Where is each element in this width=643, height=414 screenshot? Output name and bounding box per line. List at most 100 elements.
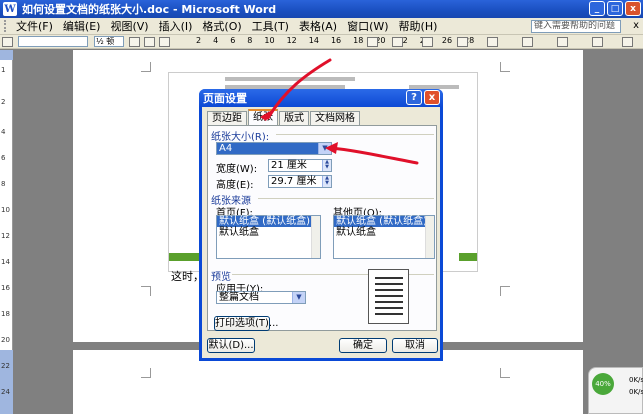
preview-line	[375, 289, 403, 291]
menu-view[interactable]: 视图(V)	[105, 18, 153, 34]
toolbar: ½ 顿 2 4 6 8 10 12 14 16 18 20 22 24 26 2…	[0, 35, 643, 49]
print-options-button[interactable]: 打印选项(T)...	[214, 316, 278, 331]
preview-line	[375, 283, 403, 285]
ruler-number: 26	[441, 36, 453, 45]
ruler-margin	[0, 350, 13, 414]
menu-tools[interactable]: 工具(T)	[247, 18, 294, 34]
percent-badge: 40%	[592, 373, 614, 395]
height-label: 高度(E):	[216, 180, 254, 191]
menu-help[interactable]: 帮助(H)	[394, 18, 443, 34]
save-icon[interactable]	[457, 36, 468, 47]
paper-size-group-label: 纸张大小(R):	[211, 132, 270, 143]
menu-bar: 文件(F) 编辑(E) 视图(V) 插入(I) 格式(O) 工具(T) 表格(A…	[0, 18, 643, 35]
zoom-combo[interactable]: ½ 顿	[94, 36, 124, 47]
copy-icon[interactable]	[522, 36, 533, 47]
tab-document-grid[interactable]: 文档网格	[310, 111, 360, 125]
apply-to-select[interactable]: 整篇文档 ▼	[216, 291, 306, 304]
margin-corner	[141, 62, 151, 72]
embedded-text-line	[225, 77, 355, 81]
ruler-number: 6	[1, 154, 6, 162]
window-title: 如何设置文档的纸张大小.doc - Microsoft Word	[22, 3, 277, 16]
chevron-down-icon[interactable]: ▼	[292, 292, 305, 303]
indent-icon[interactable]	[422, 36, 433, 47]
menu-window[interactable]: 窗口(W)	[342, 18, 393, 34]
menu-grip[interactable]	[4, 20, 7, 32]
ruler-number: 8	[1, 180, 6, 188]
list-item[interactable]: 默认纸盒	[334, 227, 434, 238]
paper-size-select[interactable]: A4 ▼	[216, 142, 332, 155]
style-combo[interactable]	[18, 36, 88, 47]
menu-table[interactable]: 表格(A)	[294, 18, 342, 34]
list-item[interactable]: 默认纸盒	[217, 227, 320, 238]
paste-icon[interactable]	[557, 36, 568, 47]
network-speed-widget[interactable]: 40% 0K/s 0K/s	[588, 367, 643, 414]
dialog-help-button[interactable]: ?	[406, 90, 422, 105]
ruler-number: 14	[308, 36, 319, 45]
group-divider	[276, 134, 434, 135]
margin-corner	[141, 286, 151, 296]
tab-layout[interactable]: 版式	[279, 111, 309, 125]
title-bar: W 如何设置文档的纸张大小.doc - Microsoft Word _ □ x	[0, 0, 643, 18]
width-label: 宽度(W):	[216, 164, 258, 175]
maximize-button[interactable]: □	[607, 1, 623, 16]
ruler-number: 2	[1, 98, 6, 106]
margin-corner	[141, 368, 151, 378]
undo-icon[interactable]	[592, 36, 603, 47]
first-page-listbox[interactable]: 默认纸盒 (默认纸盒) 默认纸盒	[216, 215, 321, 259]
dialog-tabs: 页边距 纸张 版式 文档网格	[207, 109, 361, 125]
other-pages-listbox[interactable]: 默认纸盒 (默认纸盒) 默认纸盒	[333, 215, 435, 259]
menu-file[interactable]: 文件(F)	[11, 18, 58, 34]
tab-margins[interactable]: 页边距	[207, 111, 247, 125]
ruler-number: 8	[247, 36, 253, 45]
scrollbar[interactable]	[425, 216, 434, 258]
paper-size-value: A4	[219, 143, 233, 154]
vertical-ruler: 1 2 4 6 8 10 12 14 16 18 20 22 24	[0, 50, 13, 414]
preview-line	[375, 313, 403, 315]
paper-tab-panel: 纸张大小(R): A4 ▼ 宽度(W): 21 厘米 ▲ ▼ 高度(E): 29.…	[207, 125, 437, 331]
help-search-input[interactable]: 键入需要帮助的问题	[531, 20, 621, 33]
dialog-title-bar[interactable]: 页面设置 ? x	[199, 89, 443, 107]
dialog-title: 页面设置	[203, 92, 247, 105]
style-icon[interactable]	[2, 36, 13, 47]
close-button[interactable]: x	[625, 1, 641, 16]
ruler-number: 10	[1, 206, 10, 214]
doc-close-icon[interactable]: x	[633, 20, 639, 31]
height-spinner[interactable]: 29.7 厘米 ▲ ▼	[268, 175, 332, 188]
pen-icon[interactable]	[129, 36, 140, 47]
ruler-number: 16	[330, 36, 342, 45]
default-button[interactable]: 默认(D)...	[207, 338, 255, 353]
ruler-number: 22	[1, 362, 10, 370]
cancel-button[interactable]: 取消	[392, 338, 438, 353]
margin-corner	[500, 286, 510, 296]
menu-insert[interactable]: 插入(I)	[154, 18, 198, 34]
ruler-number: 4	[1, 128, 6, 136]
list-item[interactable]: 默认纸盒 (默认纸盒)	[217, 216, 320, 227]
preview-line	[375, 295, 403, 297]
scrollbar[interactable]	[311, 216, 320, 258]
ok-button[interactable]: 确定	[339, 338, 387, 353]
spin-arrows-icon[interactable]: ▲ ▼	[322, 160, 331, 171]
chevron-down-icon[interactable]: ▼	[318, 143, 331, 154]
group-divider	[258, 198, 434, 199]
table-icon[interactable]	[159, 36, 170, 47]
width-spinner[interactable]: 21 厘米 ▲ ▼	[268, 159, 332, 172]
border-icon[interactable]	[144, 36, 155, 47]
preview-line	[375, 307, 403, 309]
width-value: 21 厘米	[271, 160, 307, 171]
ruler-number: 12	[286, 36, 297, 45]
columns-icon[interactable]	[367, 36, 378, 47]
menu-edit[interactable]: 编辑(E)	[58, 18, 106, 34]
ruler-margin	[0, 50, 13, 60]
minimize-button[interactable]: _	[589, 1, 605, 16]
list-icon[interactable]	[392, 36, 403, 47]
margin-corner	[500, 62, 510, 72]
dialog-close-button[interactable]: x	[424, 90, 440, 105]
menu-format[interactable]: 格式(O)	[197, 18, 246, 34]
spin-arrows-icon[interactable]: ▲ ▼	[322, 176, 331, 187]
ruler-number: 20	[1, 336, 10, 344]
print-icon[interactable]	[487, 36, 498, 47]
list-item[interactable]: 默认纸盒 (默认纸盒)	[334, 216, 434, 227]
tab-paper[interactable]: 纸张	[248, 109, 278, 125]
redo-icon[interactable]	[622, 36, 633, 47]
ruler-number: 12	[1, 232, 10, 240]
